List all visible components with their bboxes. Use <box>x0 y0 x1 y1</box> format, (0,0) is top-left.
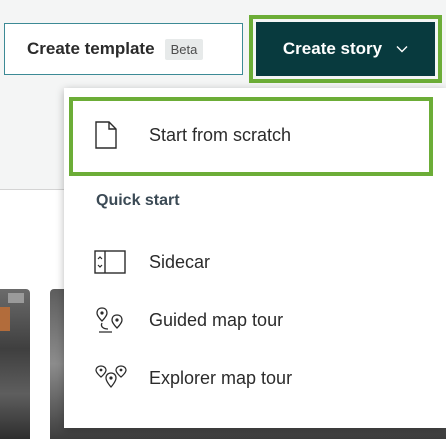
menu-item-guided-map-tour[interactable]: Guided map tour <box>64 291 446 349</box>
explorer-map-tour-icon <box>94 363 128 393</box>
menu-item-label: Guided map tour <box>149 309 284 330</box>
quick-start-heading: Quick start <box>96 192 180 209</box>
menu-item-explorer-map-tour[interactable]: Explorer map tour <box>64 349 446 407</box>
create-template-label: Create template <box>27 39 155 58</box>
guided-map-tour-icon <box>94 305 128 335</box>
start-from-scratch-highlight <box>69 97 433 176</box>
menu-item-label: Explorer map tour <box>149 367 293 388</box>
create-template-button[interactable]: Create template Beta <box>4 23 243 75</box>
thumbnail-detail <box>0 307 10 331</box>
beta-badge: Beta <box>164 38 204 60</box>
menu-item-sidecar[interactable]: Sidecar <box>64 233 446 291</box>
create-story-menu: Start from scratch Quick start Sidecar G… <box>64 88 446 428</box>
create-story-button[interactable]: Create story <box>256 22 435 76</box>
menu-item-label: Sidecar <box>149 251 211 272</box>
thumbnail-detail <box>8 293 24 303</box>
story-thumbnail[interactable] <box>0 289 30 439</box>
chevron-down-icon <box>396 46 408 53</box>
sidecar-icon <box>94 247 128 277</box>
create-story-label: Create story <box>282 39 383 58</box>
